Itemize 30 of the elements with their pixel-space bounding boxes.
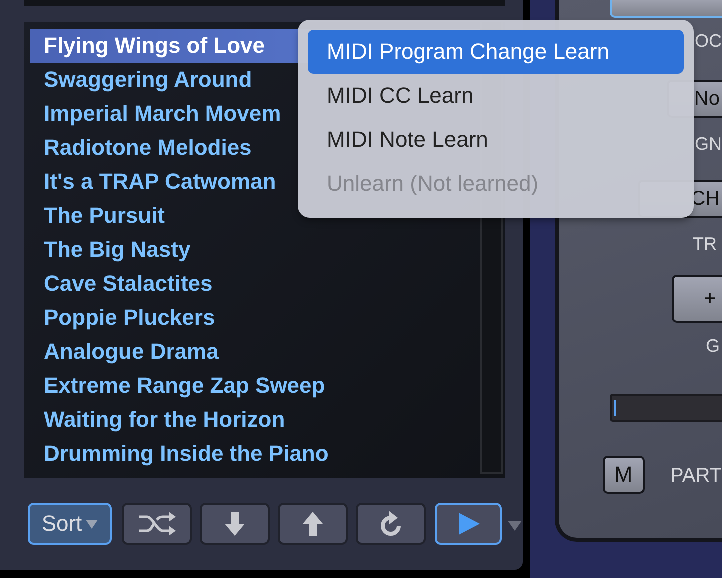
sort-button[interactable]: Sort — [28, 503, 112, 545]
panel-button[interactable]: + — [672, 275, 722, 323]
dropdown-caret-icon[interactable] — [508, 521, 522, 531]
play-button[interactable] — [435, 503, 502, 545]
menu-item[interactable]: MIDI Program Change Learn — [308, 30, 684, 74]
song-item[interactable]: Extreme Range Zap Sweep — [30, 369, 480, 403]
song-item[interactable]: Waiting for the Horizon — [30, 403, 480, 437]
up-button[interactable] — [278, 503, 348, 545]
panel-label: G — [706, 335, 720, 357]
panel-label: OC — [695, 30, 722, 52]
panel-label: TR — [693, 233, 717, 255]
panel-label: GN — [695, 133, 722, 155]
slider[interactable] — [610, 394, 722, 422]
song-item[interactable]: Analogue Drama — [30, 335, 480, 369]
down-arrow-icon — [225, 512, 245, 536]
play-icon — [458, 513, 480, 535]
panel-label: PART — [670, 465, 722, 487]
up-arrow-icon — [303, 512, 323, 536]
song-item[interactable]: The Big Nasty — [30, 233, 480, 267]
panel-button[interactable]: M — [602, 456, 644, 494]
song-item[interactable]: Cave Stalactites — [30, 267, 480, 301]
shuffle-icon — [138, 512, 176, 536]
song-item[interactable]: Poppie Pluckers — [30, 301, 480, 335]
song-item[interactable]: Drumming Inside the Piano — [30, 437, 480, 471]
shuffle-button[interactable] — [122, 503, 192, 545]
down-button[interactable] — [200, 503, 270, 545]
reload-button[interactable] — [356, 503, 426, 545]
menu-item[interactable]: MIDI Note Learn — [308, 118, 684, 162]
reload-icon — [379, 511, 403, 537]
caret-icon — [86, 520, 98, 528]
